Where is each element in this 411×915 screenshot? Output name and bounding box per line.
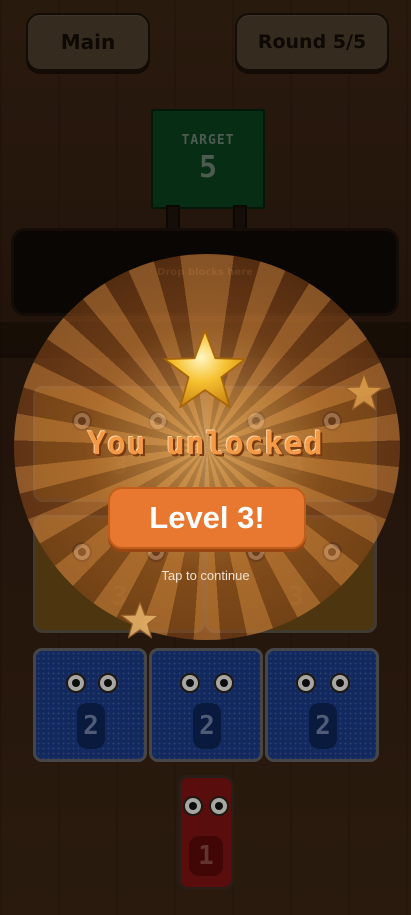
small-star-icon	[344, 373, 384, 411]
level-badge: Level 3!	[108, 487, 306, 549]
level-label: Level 3!	[149, 500, 265, 535]
unlock-title: You unlocked	[87, 426, 324, 462]
tap-to-continue[interactable]: Tap to continue	[0, 568, 411, 583]
star-icon	[163, 329, 247, 409]
small-star-icon	[120, 601, 160, 639]
